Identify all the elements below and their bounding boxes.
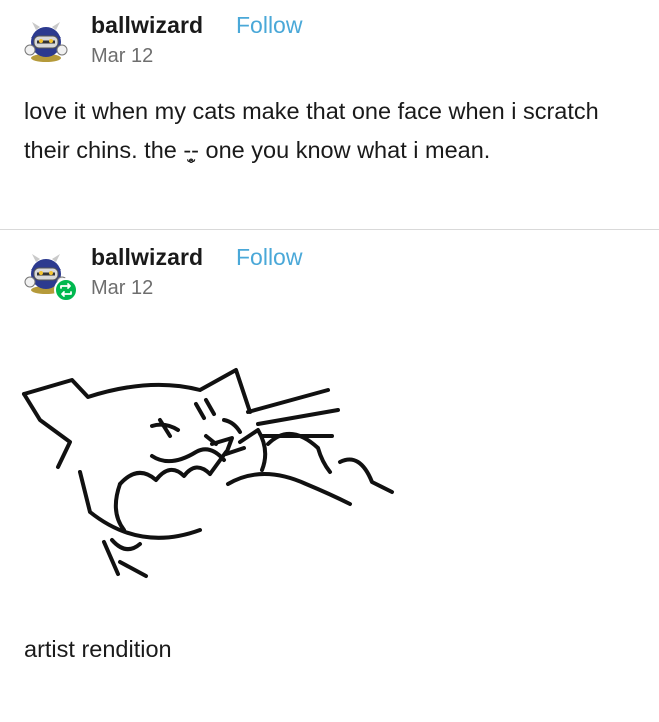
reblog-icon [54,278,78,302]
post-date[interactable]: Mar 12 [91,45,153,68]
username[interactable]: ballwizard [91,12,203,39]
post-body: love it when my cats make that one face … [24,98,599,163]
post-2: ballwizard Follow Mar 12 artist renditio… [0,232,659,680]
follow-button[interactable]: Follow [236,244,302,271]
username[interactable]: ballwizard [91,244,203,271]
post-header: ballwizard Follow Mar 12 [22,12,642,72]
cat-drawing [22,368,394,578]
post-header: ballwizard Follow Mar 12 [22,244,642,304]
post-caption: artist rendition [24,636,172,662]
post-1: ballwizard Follow Mar 12 love it when my… [0,0,659,230]
post-date[interactable]: Mar 12 [91,277,153,300]
follow-button[interactable]: Follow [236,12,302,39]
avatar[interactable] [22,16,70,64]
post-divider [0,229,659,230]
